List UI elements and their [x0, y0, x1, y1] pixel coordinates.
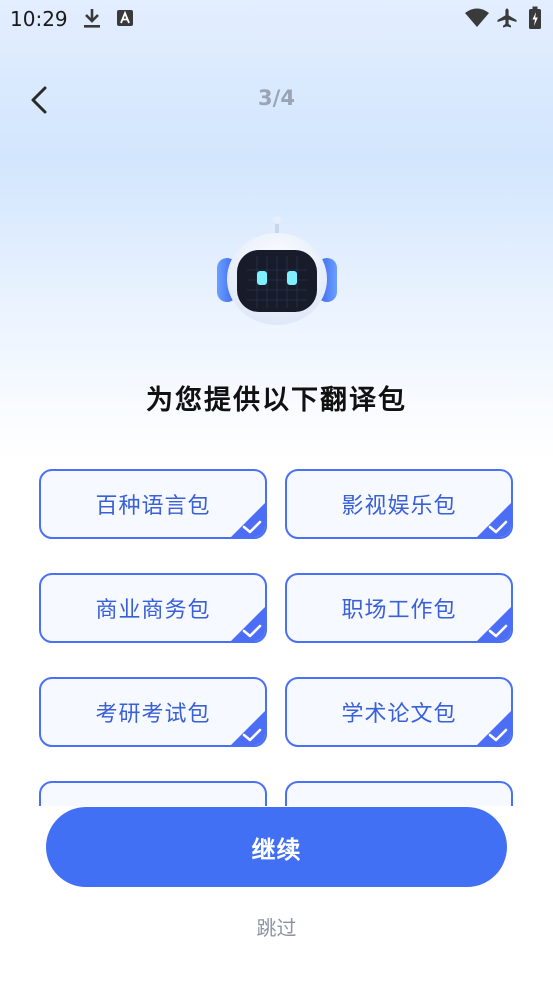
check-icon — [488, 728, 508, 742]
check-icon — [242, 624, 262, 638]
robot-mascot-icon — [217, 216, 337, 325]
check-icon — [488, 624, 508, 638]
package-card[interactable]: 职场工作包 — [285, 573, 513, 643]
continue-button[interactable]: 继续 — [46, 807, 507, 887]
package-label: 学术论文包 — [341, 702, 457, 727]
airplane-icon — [497, 8, 517, 28]
page-title: 为您提供以下翻译包 — [146, 385, 407, 416]
package-label: 考研考试包 — [95, 702, 211, 727]
download-icon — [84, 9, 100, 28]
package-label: 影视娱乐包 — [341, 494, 457, 519]
step-indicator: 3/4 — [258, 86, 295, 110]
package-card[interactable] — [285, 781, 513, 806]
package-label: 商业商务包 — [95, 598, 211, 623]
package-card[interactable]: 考研考试包 — [39, 677, 267, 747]
skip-link[interactable]: 跳过 — [0, 912, 553, 941]
check-icon — [242, 728, 262, 742]
package-label: 百种语言包 — [95, 494, 211, 519]
check-icon — [488, 520, 508, 534]
package-card[interactable]: 百种语言包 — [39, 469, 267, 539]
package-card[interactable]: 学术论文包 — [285, 677, 513, 747]
package-label — [287, 783, 511, 806]
battery-charging-icon — [529, 6, 541, 29]
package-card[interactable] — [39, 781, 267, 806]
check-icon — [242, 520, 262, 534]
keyboard-a-icon — [117, 10, 133, 26]
package-card[interactable]: 影视娱乐包 — [285, 469, 513, 539]
status-time: 10:29 — [10, 7, 68, 31]
package-label: 职场工作包 — [341, 598, 457, 623]
packages-grid[interactable]: 百种语言包 影视娱乐包 商业商务包 职场工作包 考研考试包 学术论文包 — [0, 460, 553, 806]
status-bar: 10:29 — [0, 0, 553, 38]
package-label — [41, 783, 265, 806]
package-card[interactable]: 商业商务包 — [39, 573, 267, 643]
wifi-icon — [465, 8, 489, 27]
header: 3/4 — [0, 70, 553, 130]
